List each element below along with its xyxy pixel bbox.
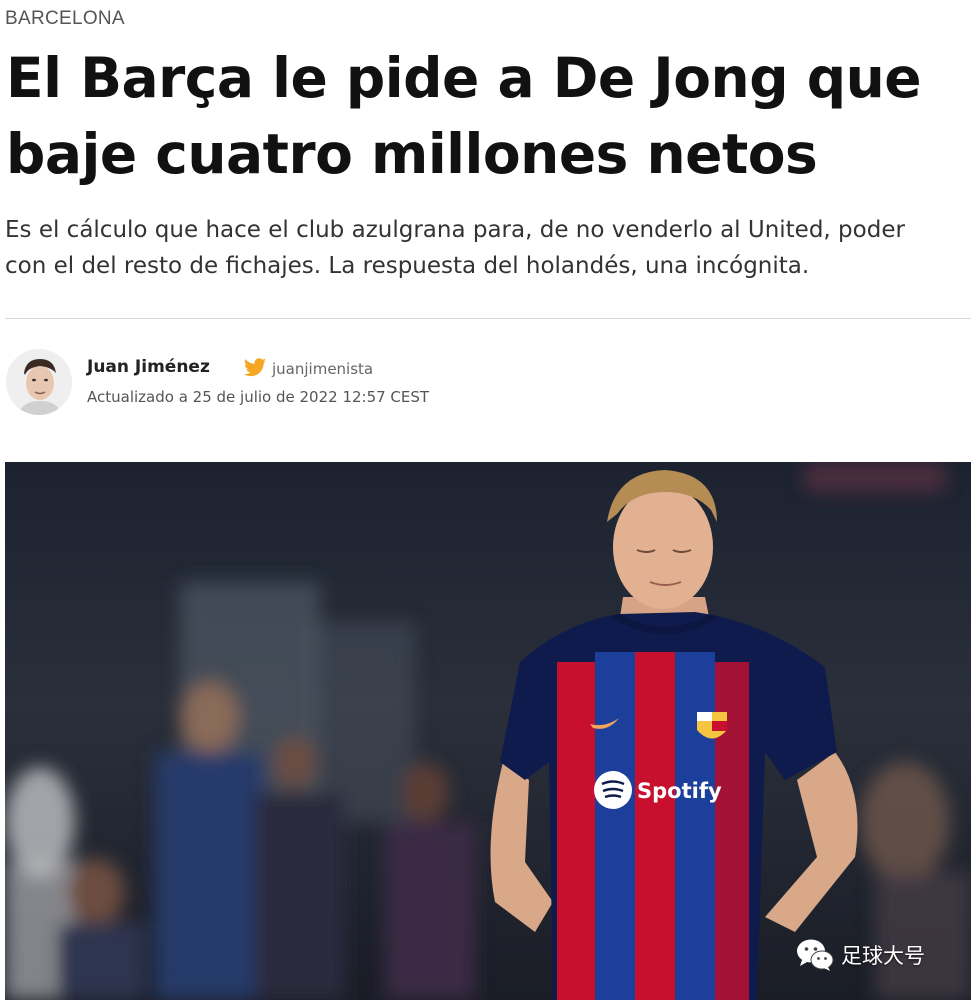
article-photo: Spotify (5, 462, 971, 1000)
updated-timestamp: Actualizado a 25 de julio de 2022 12:57 … (87, 388, 430, 406)
headline: El Barça le pide a De Jong que baje cuat… (6, 40, 971, 192)
author-portrait (6, 349, 72, 415)
twitter-bird-icon[interactable] (243, 358, 267, 378)
twitter-handle[interactable]: juanjimenista (272, 360, 373, 378)
standfirst-line-2: con el del resto de fichajes. La respues… (5, 253, 810, 279)
headline-container: El Barça le pide a De Jong que baje cuat… (0, 0, 971, 200)
divider (5, 318, 971, 319)
watermark-text: 足球大号 (841, 944, 925, 968)
standfirst-container: Es el cálculo que hace el club azulgrana… (0, 200, 971, 300)
headline-line-2: baje cuatro millones netos (6, 122, 818, 186)
wechat-icon (797, 939, 834, 971)
headline-line-1: El Barça le pide a De Jong que (6, 46, 922, 110)
sponsor-text: Spotify (637, 779, 722, 803)
author-avatar[interactable] (6, 349, 72, 415)
player-photo: Spotify (5, 462, 971, 1000)
watermark: 足球大号 (795, 937, 925, 973)
standfirst-line-1: Es el cálculo que hace el club azulgrana… (5, 217, 905, 243)
standfirst: Es el cálculo que hace el club azulgrana… (5, 212, 971, 284)
author-name[interactable]: Juan Jiménez (87, 357, 210, 377)
